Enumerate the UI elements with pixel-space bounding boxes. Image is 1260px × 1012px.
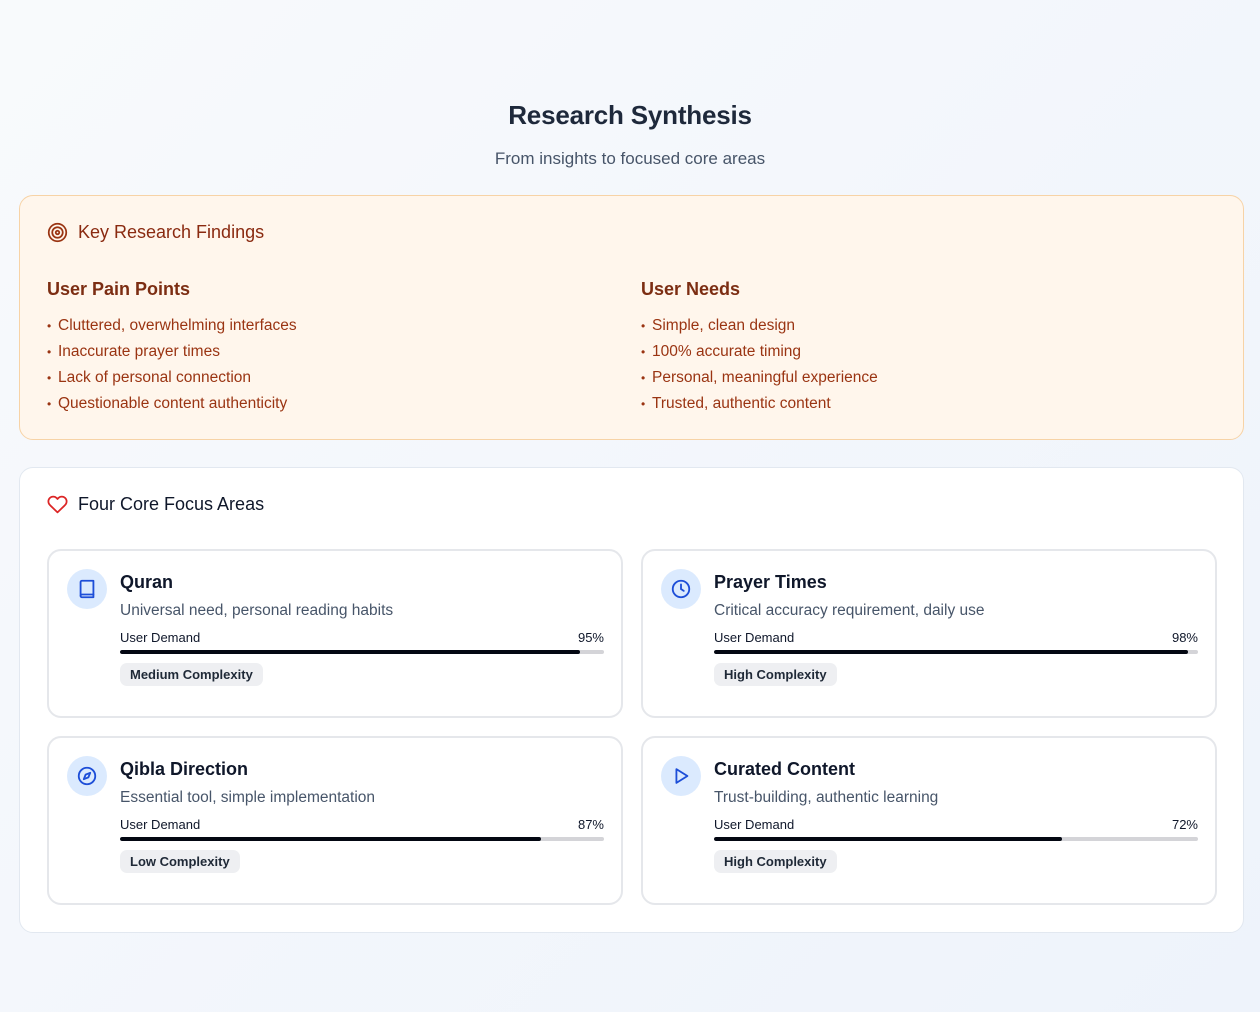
demand-progress-bar	[120, 837, 604, 841]
card-description: Universal need, personal reading habits	[120, 602, 394, 619]
demand-value: 72%	[1171, 817, 1198, 832]
demand-progress-bar	[120, 650, 604, 654]
demand-progress-fill	[120, 837, 542, 841]
key-findings-title: Key Research Findings	[78, 222, 265, 242]
user-needs-title: User Needs	[641, 279, 741, 299]
play-icon	[661, 756, 701, 796]
list-item: • Personal, meaningful experience	[641, 369, 878, 386]
page-title: Research Synthesis	[508, 100, 752, 130]
list-item: • Trusted, authentic content	[641, 395, 831, 412]
demand-progress-bar	[714, 837, 1198, 841]
card-title: Qibla Direction	[120, 759, 249, 779]
clock-icon	[661, 569, 701, 609]
demand-label: User Demand	[120, 817, 201, 832]
demand-value: 98%	[1171, 630, 1198, 645]
pain-points-column: User Pain Points • Cluttered, overwhelmin…	[47, 279, 297, 417]
demand-progress-fill	[120, 650, 580, 654]
pain-points-list: • Cluttered, overwhelming interfaces • Ina…	[47, 313, 297, 417]
list-item: • Lack of personal connection	[47, 369, 252, 386]
focus-card-curated-content[interactable]: Curated Content Trust-building, authenti…	[641, 736, 1217, 905]
card-description: Critical accuracy requirement, daily use	[714, 602, 985, 619]
card-description: Essential tool, simple implementation	[120, 789, 376, 806]
focus-card-prayer-times[interactable]: Prayer Times Critical accuracy requireme…	[641, 549, 1217, 718]
list-item: • Simple, clean design	[641, 317, 796, 334]
list-item: • Cluttered, overwhelming interfaces	[47, 317, 297, 334]
focus-card-quran[interactable]: Quran Universal need, personal reading h…	[47, 549, 623, 718]
card-title: Quran	[120, 572, 174, 592]
demand-label: User Demand	[714, 817, 795, 832]
demand-row: User Demand 95%	[120, 630, 604, 645]
page-header: Research Synthesis From insights to focu…	[0, 100, 1260, 169]
compass-icon	[67, 756, 107, 796]
demand-row: User Demand 98%	[714, 630, 1198, 645]
user-needs-list: • Simple, clean design • 100% accurate tim…	[641, 313, 878, 417]
focus-areas-heading: Four Core Focus Areas	[47, 494, 264, 515]
target-icon	[47, 222, 68, 243]
page: Research Synthesis From insights to focu…	[0, 0, 1260, 1012]
focus-areas-title: Four Core Focus Areas	[78, 494, 265, 514]
demand-label: User Demand	[714, 630, 795, 645]
list-item: • Questionable content authenticity	[47, 395, 288, 412]
demand-value: 87%	[577, 817, 604, 832]
page-subtitle: From insights to focused core areas	[494, 149, 766, 168]
focus-areas-panel: Four Core Focus Areas Quran Universal ne…	[19, 467, 1244, 933]
demand-progress-bar	[714, 650, 1198, 654]
list-item: • Inaccurate prayer times	[47, 343, 220, 360]
complexity-badge: High Complexity	[714, 663, 837, 686]
complexity-badge: High Complexity	[714, 850, 837, 873]
demand-progress-fill	[714, 837, 1063, 841]
pain-points-title: User Pain Points	[47, 279, 191, 299]
complexity-badge: Low Complexity	[120, 850, 240, 873]
focus-card-qibla-direction[interactable]: Qibla Direction Essential tool, simple i…	[47, 736, 623, 905]
demand-row: User Demand 87%	[120, 817, 604, 832]
demand-progress-fill	[714, 650, 1189, 654]
heart-icon	[47, 494, 68, 515]
card-title: Curated Content	[714, 759, 855, 779]
key-findings-panel: Key Research Findings User Pain Points •…	[19, 195, 1244, 440]
user-needs-column: User Needs • Simple, clean design • 100% a…	[641, 279, 878, 417]
demand-label: User Demand	[120, 630, 201, 645]
card-description: Trust-building, authentic learning	[714, 789, 939, 806]
book-icon	[67, 569, 107, 609]
demand-row: User Demand 72%	[714, 817, 1198, 832]
demand-value: 95%	[577, 630, 604, 645]
key-findings-heading: Key Research Findings	[47, 222, 264, 243]
list-item: • 100% accurate timing	[641, 343, 802, 360]
complexity-badge: Medium Complexity	[120, 663, 263, 686]
card-title: Prayer Times	[714, 572, 827, 592]
